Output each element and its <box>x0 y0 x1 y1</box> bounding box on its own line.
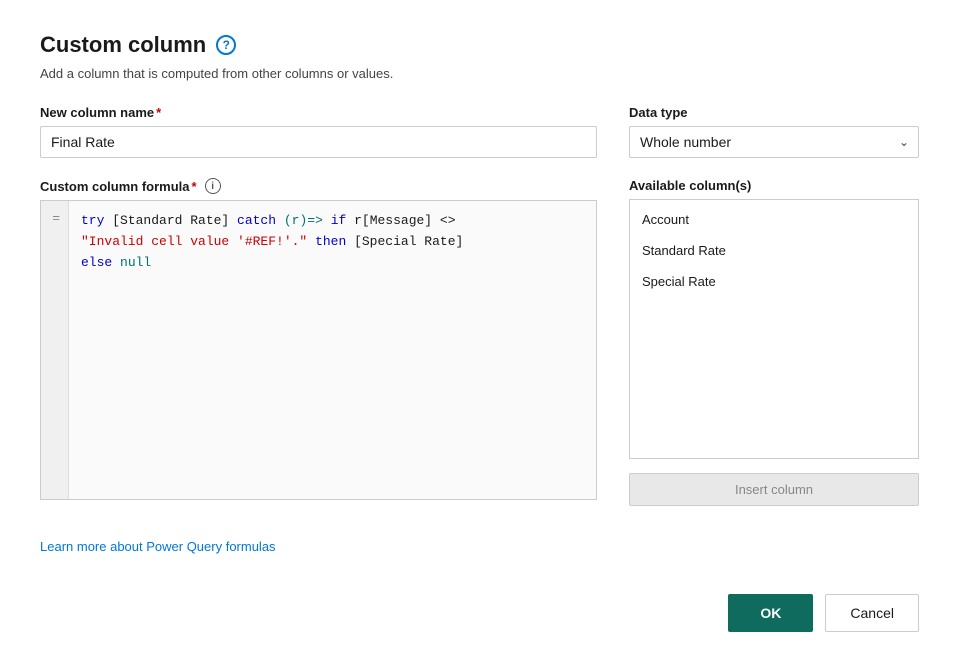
column-name-group: New column name* <box>40 105 597 158</box>
formula-gutter: = <box>41 201 69 499</box>
help-icon[interactable]: ? <box>216 35 236 55</box>
formula-content[interactable]: try [Standard Rate] catch (r)=> if r[Mes… <box>69 201 596 499</box>
cancel-button[interactable]: Cancel <box>825 594 919 632</box>
data-type-label: Data type <box>629 105 919 120</box>
formula-editor[interactable]: = try [Standard Rate] catch (r)=> if r[M… <box>40 200 597 500</box>
custom-column-dialog: Custom column ? Add a column that is com… <box>0 0 959 664</box>
ok-button[interactable]: OK <box>728 594 813 632</box>
dialog-subtitle: Add a column that is computed from other… <box>40 66 919 81</box>
list-item[interactable]: Standard Rate <box>630 235 918 266</box>
top-form-row: New column name* Data type Whole number … <box>40 105 919 158</box>
required-star: * <box>156 105 161 120</box>
formula-right: Available column(s) Account Standard Rat… <box>629 178 919 523</box>
formula-section: Custom column formula* i = try [Standard… <box>40 178 919 523</box>
data-type-select[interactable]: Whole number Decimal number Text Date Da… <box>629 126 919 158</box>
formula-label: Custom column formula* <box>40 179 197 194</box>
column-name-input[interactable] <box>40 126 597 158</box>
list-item[interactable]: Special Rate <box>630 266 918 297</box>
column-name-label: New column name* <box>40 105 597 120</box>
dialog-footer: OK Cancel <box>40 578 919 632</box>
title-row: Custom column ? <box>40 32 919 58</box>
info-icon[interactable]: i <box>205 178 221 194</box>
insert-column-button[interactable]: Insert column <box>629 473 919 506</box>
dialog-title: Custom column <box>40 32 206 58</box>
available-columns-label: Available column(s) <box>629 178 919 193</box>
formula-required-star: * <box>192 179 197 194</box>
formula-left: Custom column formula* i = try [Standard… <box>40 178 597 523</box>
list-item[interactable]: Account <box>630 204 918 235</box>
columns-list: Account Standard Rate Special Rate <box>629 199 919 459</box>
formula-label-row: Custom column formula* i <box>40 178 597 194</box>
data-type-group: Data type Whole number Decimal number Te… <box>629 105 919 158</box>
data-type-select-wrapper: Whole number Decimal number Text Date Da… <box>629 126 919 158</box>
learn-more-link[interactable]: Learn more about Power Query formulas <box>40 539 919 554</box>
